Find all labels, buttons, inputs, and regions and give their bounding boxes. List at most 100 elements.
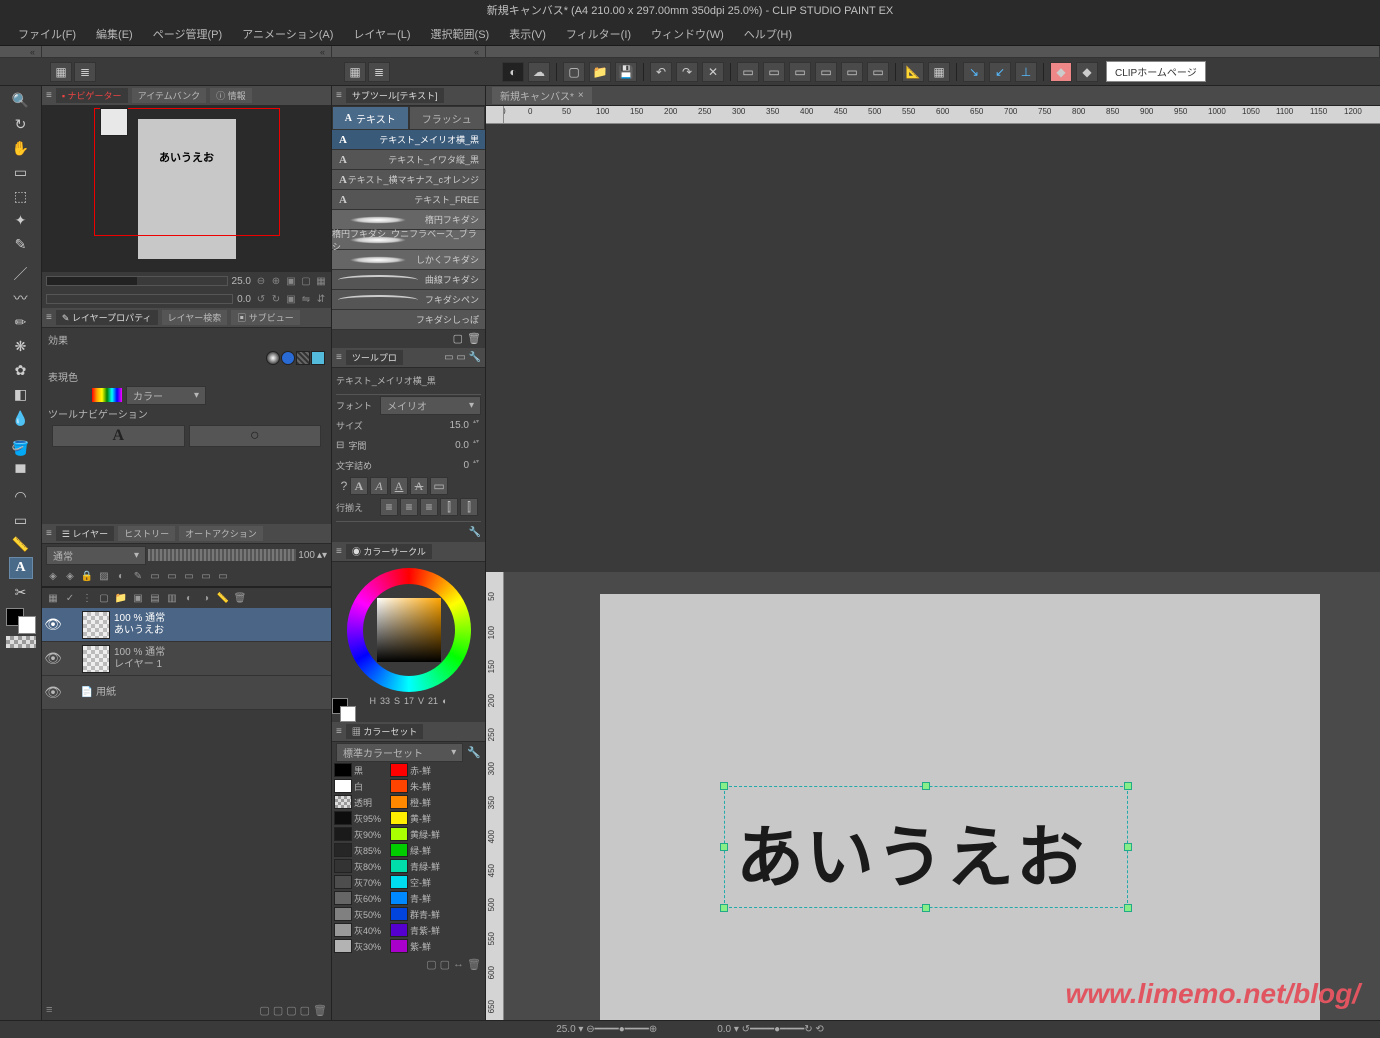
italic-button[interactable]: A [370,477,388,495]
color-ring[interactable] [347,568,471,692]
navigator-tab[interactable]: ▪ ナビゲーター [56,88,128,103]
align-vert-button[interactable]: ⫿ [460,498,478,516]
colorset-row[interactable]: 灰95%黄-鮮 [332,810,485,826]
layer-item[interactable]: 👁📄 用紙 [42,676,331,710]
snap-icon[interactable]: ⊥ [1015,62,1037,82]
color-swatch[interactable] [334,939,352,953]
snap-icon[interactable]: ↙ [989,62,1011,82]
color-icon[interactable]: ▭ [199,569,213,583]
open-icon[interactable]: 📁 [589,62,611,82]
ft-icon[interactable]: ▢ [286,1004,296,1017]
flash-category-tab[interactable]: フラッシュ [409,106,486,130]
resize-handle[interactable] [1124,782,1132,790]
sel-icon[interactable]: ▭ [867,62,889,82]
menu-item[interactable]: 編集(E) [86,26,143,42]
colorset-row[interactable]: 灰30%紫-鮮 [332,938,485,954]
color-swatch[interactable] [334,875,352,889]
ft-icon[interactable]: ▢ [259,1004,269,1017]
itembank-tab[interactable]: アイテムバンク [132,88,207,103]
flip-h-icon[interactable]: ⇋ [300,293,312,305]
menu-item[interactable]: ウィンドウ(W) [641,26,734,42]
toolpro-tab[interactable]: ツールプロ [346,350,403,365]
ft-icon[interactable]: ▢ [273,1004,283,1017]
resize-handle[interactable] [1124,843,1132,851]
snap-icon[interactable]: ↘ [963,62,985,82]
redo-icon[interactable]: ↷ [676,62,698,82]
color-swatch[interactable] [334,827,352,841]
text-tool-icon[interactable]: A [9,557,33,579]
align-left-button[interactable]: ≡ [380,498,398,516]
outline-button[interactable]: ▭ [430,477,448,495]
save-icon[interactable]: 💾 [615,62,637,82]
subtool-item[interactable]: Aテキスト_FREE [332,190,485,210]
transfer-icon[interactable]: ▤ [148,591,162,605]
subtool-item[interactable]: 楕円フキダシ_ウニフラベース_ブラシ [332,230,485,250]
strike-button[interactable]: A [410,477,428,495]
toolnav-text-button[interactable]: A [52,425,185,447]
ft-icon[interactable]: 🗑 [313,1004,327,1017]
zoom-out-icon[interactable]: ⊖ [255,275,267,287]
sel-icon[interactable]: ▭ [789,62,811,82]
transparent-swatch[interactable] [6,636,36,648]
info-tab[interactable]: ⓘ 情報 [210,88,252,103]
eraser-tool-icon[interactable]: ◧ [9,383,33,405]
pencil-tool-icon[interactable]: ✏ [9,311,33,333]
rot-cw-icon[interactable]: ↻ [270,293,282,305]
colorcircle-tab[interactable]: ◉ カラーサークル [346,544,432,559]
figure-tool-icon[interactable]: ◠ [9,485,33,507]
autoaction-tab[interactable]: オートアクション [179,526,263,541]
colorset-row[interactable]: 灰50%群青-鮮 [332,906,485,922]
colorset-row[interactable]: 白朱-鮮 [332,778,485,794]
color-swatch[interactable] [334,779,352,793]
resize-handle[interactable] [720,904,728,912]
magnify-tool-icon[interactable]: 🔍 [9,89,33,111]
resize-handle[interactable] [720,782,728,790]
color-swatch[interactable] [390,907,408,921]
color-swatch[interactable] [390,859,408,873]
color-swatch[interactable] [334,907,352,921]
new-file-icon[interactable]: ▢ [563,62,585,82]
merge-icon[interactable]: ▥ [165,591,179,605]
draft-icon[interactable]: ✎ [131,569,145,583]
ruler-icon[interactable]: ▭ [165,569,179,583]
subtool-item[interactable]: Aテキスト_横マキナス_cオレンジ [332,170,485,190]
assist-icon[interactable]: ◆ [1076,62,1098,82]
collapse-left[interactable]: « [42,46,332,57]
ruler-tool-icon[interactable]: 📏 [9,533,33,555]
colorset-row[interactable]: 灰90%黄緑-鮮 [332,826,485,842]
collapse-mid[interactable]: « [332,46,486,57]
canvas-viewport[interactable]: あいうえお www.limemo.net/blog/ [504,572,1380,1038]
marquee-tool-icon[interactable]: ⬚ [9,185,33,207]
align-vert-button[interactable]: ⫿ [440,498,458,516]
toolbar-icon[interactable]: ≣ [368,62,390,82]
color-swatch[interactable] [390,795,408,809]
flip-v-icon[interactable]: ⇵ [315,293,327,305]
ft-icon[interactable]: ↔ [453,958,464,970]
ruler-toggle-icon[interactable]: 📏 [216,591,230,605]
wand-tool-icon[interactable]: ✦ [9,209,33,231]
airbrush-tool-icon[interactable]: ❋ [9,335,33,357]
delete-icon[interactable]: ✕ [702,62,724,82]
eyedropper-tool-icon[interactable]: ✎ [9,233,33,255]
align-center-button[interactable]: ≡ [400,498,418,516]
colorset-row[interactable]: 灰85%緑-鮮 [332,842,485,858]
hand-tool-icon[interactable]: ✋ [9,137,33,159]
sel-icon[interactable]: ▭ [815,62,837,82]
correct-tool-icon[interactable]: ✂ [9,581,33,603]
layerprop-tab[interactable]: ✎ レイヤープロパティ [56,310,158,325]
subtool-tab[interactable]: サブツール[テキスト] [346,88,444,103]
toolbar-icon[interactable]: ≣ [74,62,96,82]
menu-item[interactable]: ページ管理(P) [143,26,232,42]
clip-icon[interactable]: ◈ [46,569,60,583]
angle-slider[interactable] [46,294,233,304]
text-category-tab[interactable]: Aテキスト [332,106,409,130]
resize-handle[interactable] [922,782,930,790]
subtool-item[interactable]: 曲線フキダシ [332,270,485,290]
wrench-icon[interactable]: 🔧 [469,527,481,538]
gradient-tool-icon[interactable]: ▀ [9,461,33,483]
color-swatch[interactable] [334,763,352,777]
layers-tab[interactable]: ☰ レイヤー [56,526,114,541]
colorset-row[interactable]: 灰80%青緑-鮮 [332,858,485,874]
color-swatch[interactable] [334,923,352,937]
subtool-item[interactable]: しかくフキダシ [332,250,485,270]
